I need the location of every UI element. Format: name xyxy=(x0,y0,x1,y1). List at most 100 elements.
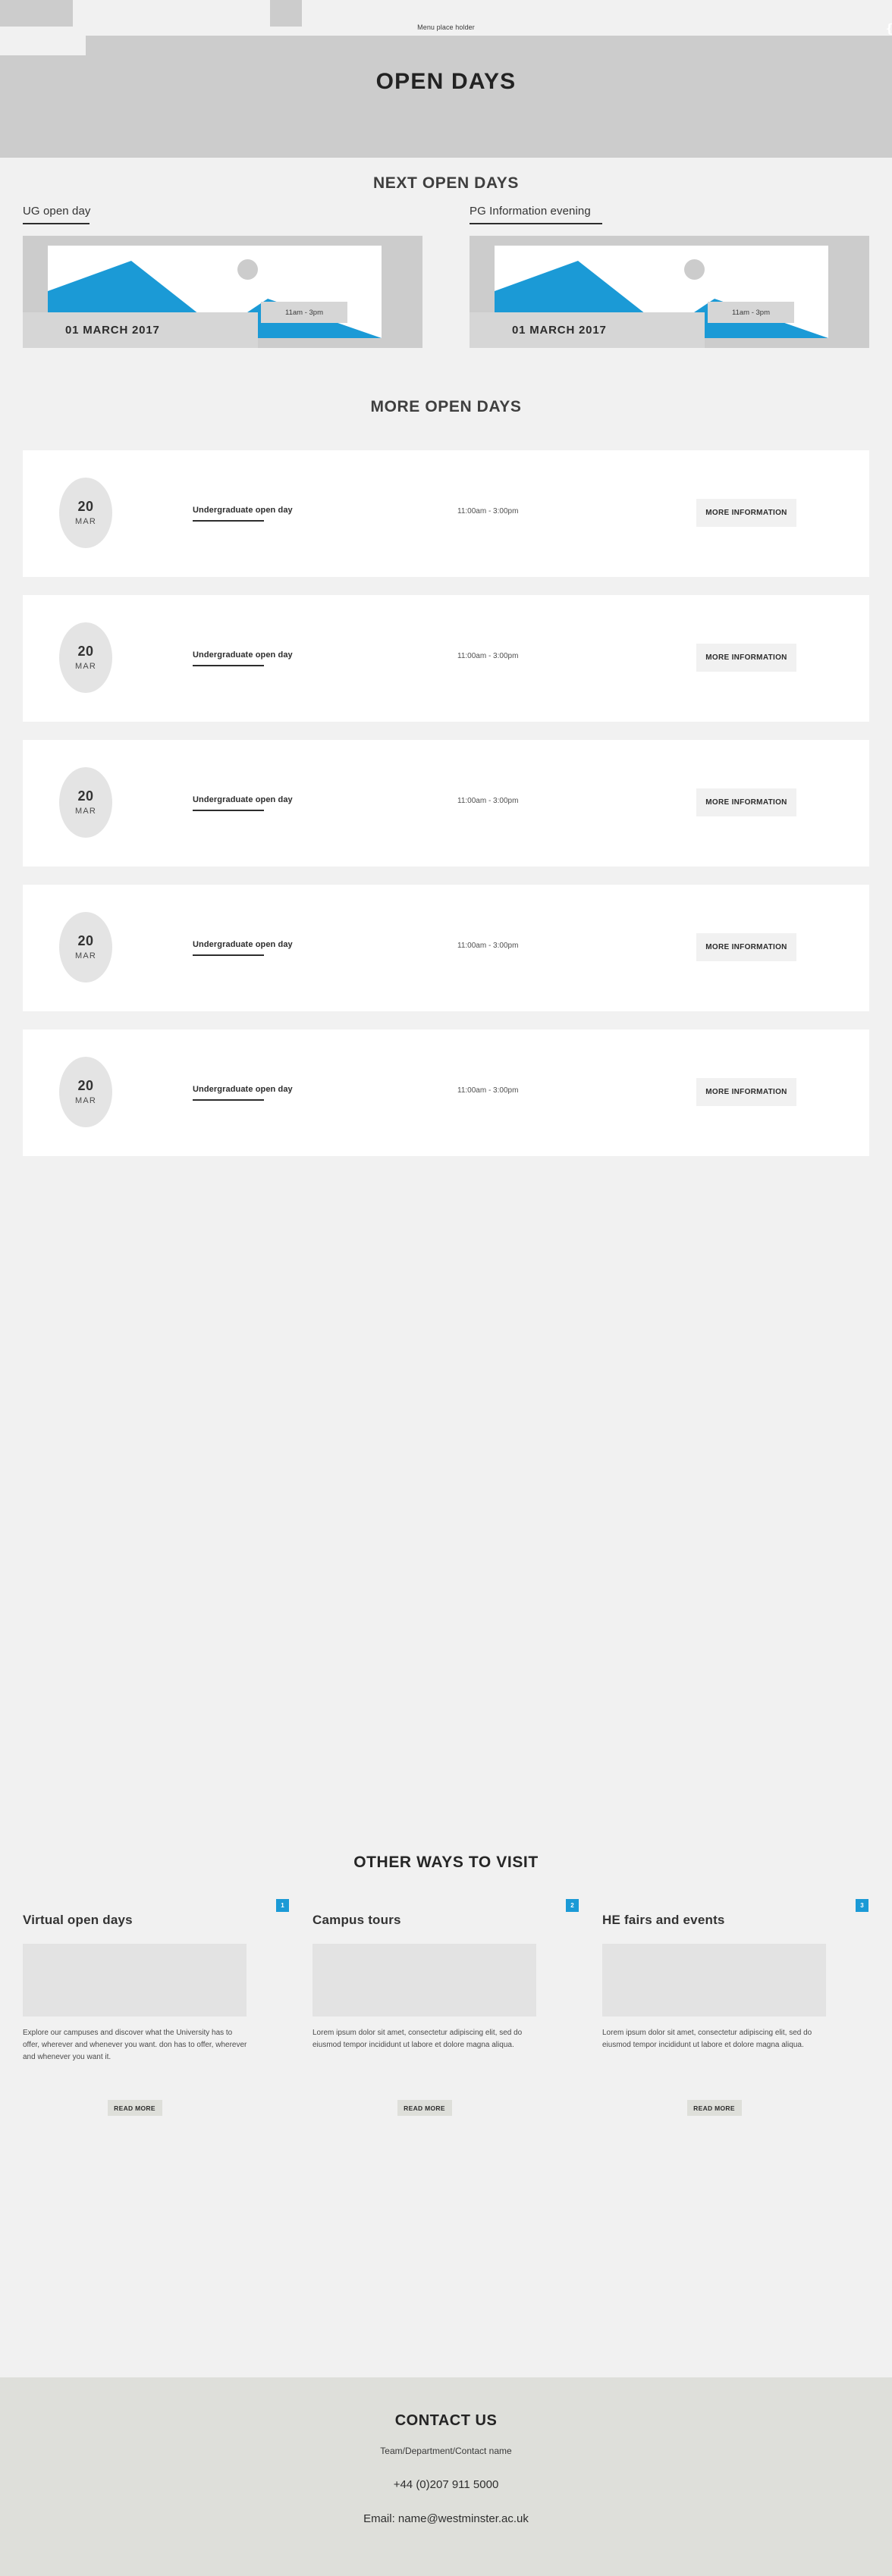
event-day: 20 xyxy=(77,644,94,659)
event-day: 20 xyxy=(77,788,94,804)
list-item[interactable]: 20 MAR Undergraduate open day 11:00am - … xyxy=(23,1029,869,1156)
other-way-cta-row: READ MORE xyxy=(23,2100,247,2116)
page-title: OPEN DAYS xyxy=(375,69,517,94)
event-date-badge: 20 MAR xyxy=(59,767,112,838)
list-item[interactable]: 20 MAR Undergraduate open day 11:00am - … xyxy=(23,740,869,867)
event-name-underline-rule xyxy=(193,810,264,811)
event-month: MAR xyxy=(74,951,97,961)
event-time: 11:00am - 3:00pm xyxy=(457,1086,519,1095)
event-name-link[interactable]: Undergraduate open day xyxy=(193,650,293,660)
footer-heading: CONTACT US xyxy=(394,2412,498,2429)
more-information-button[interactable]: MORE INFORMATION xyxy=(696,933,796,961)
event-date-badge: 20 MAR xyxy=(59,912,112,982)
read-more-button[interactable]: READ MORE xyxy=(397,2100,452,2116)
next-open-day-date: 01 MARCH 2017 xyxy=(65,324,160,337)
read-more-button[interactable]: READ MORE xyxy=(686,2100,742,2116)
image-placeholder xyxy=(23,1944,247,2017)
event-month: MAR xyxy=(74,1096,97,1105)
event-time: 11:00am - 3:00pm xyxy=(457,652,519,660)
event-name-wrap[interactable]: Undergraduate open day xyxy=(193,1085,293,1101)
next-open-day-card-title: UG open day xyxy=(23,205,91,218)
other-way-card[interactable]: 3 HE fairs and events Lorem ipsum dolor … xyxy=(602,1899,868,2116)
more-information-button[interactable]: MORE INFORMATION xyxy=(696,788,796,816)
next-open-day-card-title: PG Information evening xyxy=(470,205,591,218)
event-name-link[interactable]: Undergraduate open day xyxy=(193,1085,293,1094)
event-name-underline-rule xyxy=(193,520,264,522)
more-information-button[interactable]: MORE INFORMATION xyxy=(696,1078,796,1106)
other-way-card-title: HE fairs and events xyxy=(602,1913,725,1927)
event-date-badge: 20 MAR xyxy=(59,1057,112,1127)
logo-placeholder-block[interactable] xyxy=(0,0,73,27)
other-way-card[interactable]: 1 Virtual open days Explore our campuses… xyxy=(23,1899,289,2116)
more-open-days-list: 20 MAR Undergraduate open day 11:00am - … xyxy=(23,450,869,1174)
event-day: 20 xyxy=(77,933,94,948)
event-day: 20 xyxy=(77,1078,94,1093)
event-name-underline-rule xyxy=(193,954,264,956)
next-open-day-thumbnail[interactable]: 01 MARCH 2017 11am - 3pm xyxy=(23,236,422,348)
other-way-card-title: Virtual open days xyxy=(23,1913,133,1927)
other-way-card-body: Lorem ipsum dolor sit amet, consectetur … xyxy=(313,2029,523,2049)
next-open-day-time-chip: 11am - 3pm xyxy=(708,302,794,323)
list-item[interactable]: 20 MAR Undergraduate open day 11:00am - … xyxy=(23,885,869,1011)
other-ways-to-visit-section: OTHER WAYS TO VISIT 1 Virtual open days … xyxy=(0,1827,892,2358)
event-time: 11:00am - 3:00pm xyxy=(457,942,519,950)
next-open-day-card[interactable]: PG Information evening 01 MARCH 2017 11a… xyxy=(470,205,869,348)
card-number-badge: 3 xyxy=(856,1899,868,1912)
event-month: MAR xyxy=(74,807,97,816)
header-notch-block xyxy=(0,36,86,55)
title-underline-rule xyxy=(23,223,90,224)
event-name-wrap[interactable]: Undergraduate open day xyxy=(193,506,293,522)
other-way-card-title: Campus tours xyxy=(313,1913,401,1927)
event-name-underline-rule xyxy=(193,665,264,666)
card-number-badge: 1 xyxy=(276,1899,289,1912)
other-way-cta-row: READ MORE xyxy=(602,2100,826,2116)
next-open-day-date: 01 MARCH 2017 xyxy=(512,324,607,337)
card-number-badge: 2 xyxy=(566,1899,579,1912)
footer-phone[interactable]: +44 (0)207 911 5000 xyxy=(0,2456,892,2491)
event-time: 11:00am - 3:00pm xyxy=(457,797,519,805)
read-more-button[interactable]: READ MORE xyxy=(107,2100,162,2116)
hero-banner: OPEN DAYS xyxy=(0,36,892,158)
more-open-days-section: MORE OPEN DAYS 20 MAR Undergraduate open… xyxy=(0,362,892,1827)
event-date-badge: 20 MAR xyxy=(59,478,112,548)
other-ways-heading: OTHER WAYS TO VISIT xyxy=(353,1854,539,1871)
next-open-day-date-plate: 01 MARCH 2017 xyxy=(23,312,258,348)
next-open-days-heading: NEXT OPEN DAYS xyxy=(372,174,519,192)
event-month: MAR xyxy=(74,517,97,526)
footer-contact-name: Team/Department/Contact name xyxy=(380,2446,512,2456)
next-open-days-card-list: UG open day 01 MARCH 2017 11am - 3pm PG … xyxy=(23,205,869,348)
event-time: 11:00am - 3:00pm xyxy=(457,507,519,516)
event-name-wrap[interactable]: Undergraduate open day xyxy=(193,940,293,956)
other-way-card-body: Lorem ipsum dolor sit amet, consectetur … xyxy=(602,2029,812,2049)
next-open-day-thumbnail[interactable]: 01 MARCH 2017 11am - 3pm xyxy=(470,236,869,348)
other-way-card-body: Explore our campuses and discover what t… xyxy=(23,2029,247,2061)
nav-action-placeholder-block[interactable] xyxy=(270,0,302,27)
event-name-wrap[interactable]: Undergraduate open day xyxy=(193,650,293,666)
list-item[interactable]: 20 MAR Undergraduate open day 11:00am - … xyxy=(23,595,869,722)
other-way-cta-row: READ MORE xyxy=(313,2100,536,2116)
more-information-button[interactable]: MORE INFORMATION xyxy=(696,644,796,672)
other-way-card[interactable]: 2 Campus tours Lorem ipsum dolor sit ame… xyxy=(313,1899,579,2116)
image-placeholder xyxy=(602,1944,826,2017)
menu-placeholder-label: Menu place holder xyxy=(417,24,475,31)
next-open-day-time-chip: 11am - 3pm xyxy=(261,302,347,323)
image-placeholder xyxy=(313,1944,536,2017)
contact-footer: CONTACT US Team/Department/Contact name … xyxy=(0,2377,892,2576)
event-name-link[interactable]: Undergraduate open day xyxy=(193,506,293,515)
more-open-days-heading: MORE OPEN DAYS xyxy=(370,398,522,415)
event-date-badge: 20 MAR xyxy=(59,622,112,693)
event-name-wrap[interactable]: Undergraduate open day xyxy=(193,795,293,811)
title-underline-rule xyxy=(470,223,602,224)
event-day: 20 xyxy=(77,499,94,514)
next-open-day-card[interactable]: UG open day 01 MARCH 2017 11am - 3pm xyxy=(23,205,422,348)
footer-email[interactable]: Email: name@westminster.ac.uk xyxy=(0,2491,892,2525)
event-name-link[interactable]: Undergraduate open day xyxy=(193,795,293,804)
event-name-underline-rule xyxy=(193,1099,264,1101)
next-open-days-section: NEXT OPEN DAYS UG open day 01 MARCH 2017… xyxy=(0,158,892,362)
more-information-button[interactable]: MORE INFORMATION xyxy=(696,499,796,527)
next-open-day-date-plate: 01 MARCH 2017 xyxy=(470,312,705,348)
event-month: MAR xyxy=(74,662,97,671)
event-name-link[interactable]: Undergraduate open day xyxy=(193,940,293,949)
list-item[interactable]: 20 MAR Undergraduate open day 11:00am - … xyxy=(23,450,869,577)
other-ways-card-list: 1 Virtual open days Explore our campuses… xyxy=(23,1899,869,2116)
